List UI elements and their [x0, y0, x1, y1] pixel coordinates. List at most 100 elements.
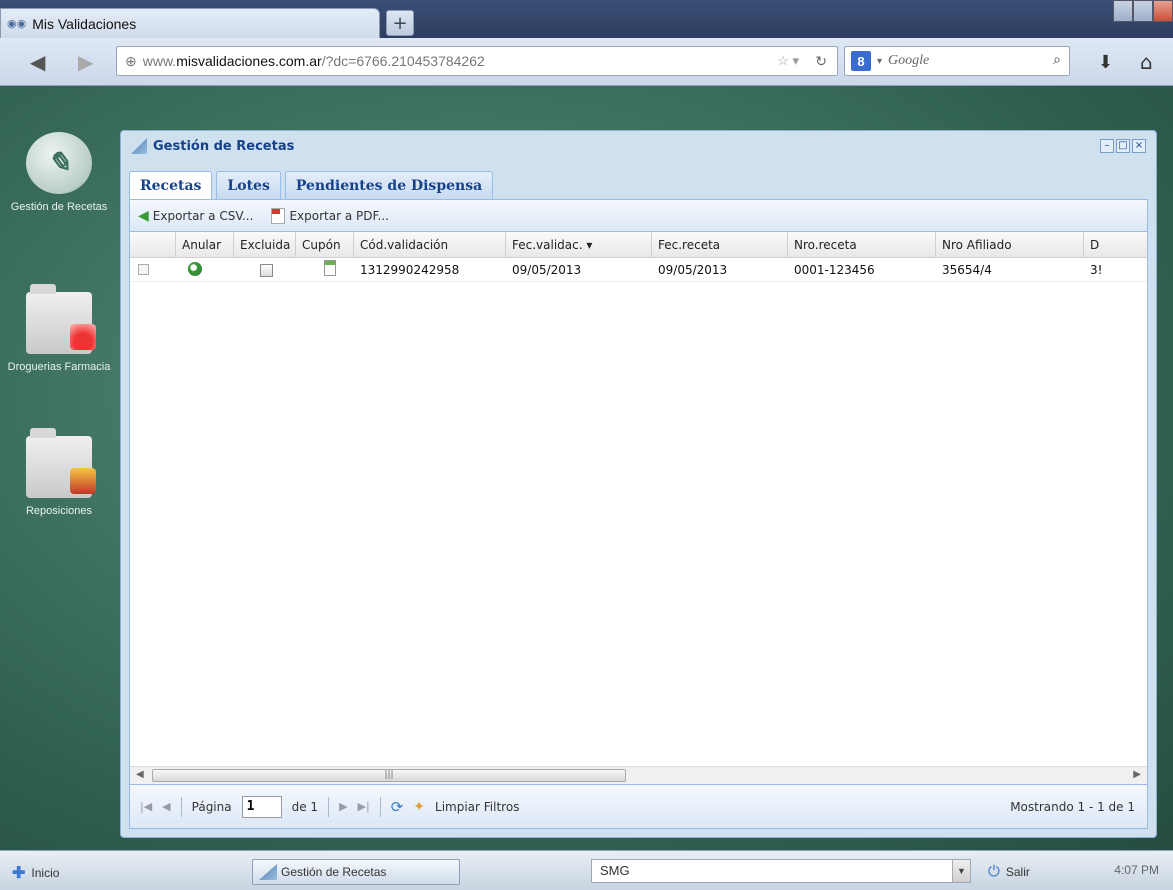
export-csv-button[interactable]: ◀ Exportar a CSV... — [138, 208, 253, 224]
url-bar[interactable]: ⊕ www. misvalidaciones.com.ar /?dc=6766.… — [116, 46, 838, 76]
forward-arrow-icon[interactable]: ▶ — [78, 50, 93, 74]
recetas-window: Gestión de Recetas – □ × Recetas Lotes P… — [120, 130, 1157, 838]
chevron-down-icon[interactable]: ▼ — [952, 860, 970, 882]
recetas-panel: ◀ Exportar a CSV... Exportar a PDF... An… — [129, 199, 1148, 829]
start-icon: ✚ — [12, 865, 26, 882]
scrollbar-thumb[interactable]: ||| — [152, 769, 626, 782]
horizontal-scrollbar[interactable]: ◀ ||| ▶ — [130, 766, 1147, 784]
logout-label: Salir — [1005, 864, 1030, 879]
window-controls — [1113, 0, 1173, 22]
column-header-cupon[interactable]: Cupón — [296, 232, 354, 258]
google-logo-icon: 8 — [851, 51, 871, 71]
clear-filters-button[interactable]: Limpiar Filtros — [435, 800, 519, 814]
window-close-button[interactable]: × — [1132, 139, 1146, 153]
window-tools: – □ × — [1100, 139, 1146, 153]
search-engine-dropdown-icon[interactable]: ▾ — [877, 56, 882, 67]
export-csv-label: Exportar a CSV... — [152, 208, 254, 223]
search-bar[interactable]: 8 ▾ Google ⌕ — [844, 46, 1070, 76]
browser-tab-strip: ◉◉ Mis Validaciones + — [0, 0, 1173, 38]
download-icon[interactable]: ⬇ — [1098, 52, 1113, 73]
export-pdf-label: Exportar a PDF... — [289, 208, 389, 223]
separator — [379, 796, 381, 817]
desktop-icon-recetas[interactable]: ✎ Gestión de Recetas — [0, 132, 118, 214]
paging-info: Mostrando 1 - 1 de 1 — [1010, 799, 1135, 814]
desktop-icon-label: Droguerias Farmacia — [7, 361, 111, 373]
column-header-select[interactable] — [130, 232, 176, 258]
browser-tab-title: Mis Validaciones — [32, 15, 137, 32]
column-header-nro-afiliado[interactable]: Nro Afiliado — [936, 232, 1084, 258]
anular-icon[interactable] — [188, 262, 202, 276]
column-header-cod-validacion[interactable]: Cód.validación — [354, 232, 506, 258]
clock: 4:07 PM — [1114, 863, 1159, 877]
table-row[interactable]: 1312990242958 09/05/2013 09/05/2013 0001… — [130, 258, 1147, 282]
desktop-icon-reposiciones[interactable]: Reposiciones — [0, 428, 118, 518]
row-select-checkbox[interactable] — [138, 264, 149, 275]
new-tab-button[interactable]: + — [386, 10, 414, 36]
cupon-document-icon[interactable] — [324, 260, 336, 276]
window-maximize-button[interactable]: □ — [1116, 139, 1130, 153]
cell-d: 3! — [1090, 263, 1103, 277]
cell-fec-receta: 09/05/2013 — [658, 263, 728, 277]
scroll-right-arrow-icon[interactable]: ▶ — [1133, 769, 1141, 780]
home-icon[interactable]: ⌂ — [1140, 50, 1153, 74]
power-icon: ⏻ — [988, 863, 1000, 880]
tab-pendientes-dispensa[interactable]: Pendientes de Dispensa — [284, 171, 494, 199]
next-page-icon[interactable]: ▶ — [339, 800, 347, 813]
column-header-nro-receta[interactable]: Nro.receta — [788, 232, 936, 258]
reload-icon[interactable]: ↻ — [815, 53, 827, 70]
search-icon[interactable]: ⌕ — [1053, 53, 1061, 69]
excluida-checkbox[interactable] — [260, 264, 273, 277]
grid-toolbar: ◀ Exportar a CSV... Exportar a PDF... — [130, 200, 1147, 232]
csv-arrow-icon: ◀ — [138, 207, 149, 224]
close-button[interactable] — [1153, 0, 1173, 22]
search-placeholder: Google — [888, 53, 930, 68]
window-title-bar[interactable]: Gestión de Recetas — [121, 131, 1156, 161]
globe-icon: ⊕ — [125, 52, 137, 69]
pdf-icon — [271, 207, 286, 224]
taskbar: ✚ Inicio Gestión de Recetas SMG ▼ ⏻ Sali… — [0, 850, 1173, 890]
window-title: Gestión de Recetas — [153, 138, 295, 154]
recetas-icon: ✎ — [26, 132, 92, 194]
export-pdf-button[interactable]: Exportar a PDF... — [271, 207, 389, 224]
back-arrow-icon[interactable]: ◀ — [30, 50, 45, 74]
window-app-icon — [259, 864, 277, 880]
scroll-left-arrow-icon[interactable]: ◀ — [136, 769, 144, 780]
browser-tab[interactable]: ◉◉ Mis Validaciones — [0, 8, 380, 38]
column-header-d[interactable]: D — [1084, 232, 1149, 258]
obra-social-select[interactable]: SMG ▼ — [591, 859, 971, 883]
paging-toolbar: |◀ ◀ Página de 1 ▶ ▶| ⟳ ✦ Limpiar Filtro… — [130, 784, 1147, 828]
page-label: Página — [191, 799, 232, 814]
favicon-icon: ◉◉ — [7, 18, 27, 30]
separator — [180, 796, 182, 817]
window-app-icon — [131, 138, 147, 154]
start-label: Inicio — [31, 866, 60, 880]
refresh-icon[interactable]: ⟳ — [391, 798, 404, 816]
page-number-input[interactable] — [241, 795, 282, 818]
folder-flask-icon — [26, 284, 96, 354]
taskbar-window-button[interactable]: Gestión de Recetas — [252, 859, 460, 885]
bookmark-star-icon[interactable]: ☆ ▾ — [777, 53, 799, 69]
separator — [328, 796, 330, 817]
window-minimize-button[interactable]: – — [1100, 139, 1114, 153]
column-header-fec-receta[interactable]: Fec.receta — [652, 232, 788, 258]
window-tabs: Recetas Lotes Pendientes de Dispensa — [129, 171, 494, 199]
browser-nav-bar: ◀ ▶ ⊕ www. misvalidaciones.com.ar /?dc=6… — [0, 38, 1173, 86]
taskbar-window-label: Gestión de Recetas — [281, 865, 387, 879]
column-header-fec-validac[interactable]: Fec.validac. ▾ — [506, 232, 652, 258]
first-page-icon[interactable]: |◀ — [140, 800, 152, 813]
tab-lotes[interactable]: Lotes — [216, 171, 281, 199]
tab-recetas[interactable]: Recetas — [129, 171, 213, 199]
desktop-icon-droguerias[interactable]: Droguerias Farmacia — [0, 284, 118, 374]
last-page-icon[interactable]: ▶| — [358, 800, 370, 813]
start-button[interactable]: ✚ Inicio — [12, 863, 59, 883]
prev-page-icon[interactable]: ◀ — [162, 800, 170, 813]
column-header-excluida[interactable]: Excluida — [234, 232, 296, 258]
cell-cod-validacion: 1312990242958 — [360, 263, 460, 277]
url-rest: /?dc=6766.210453784262 — [321, 53, 485, 69]
url-prefix: www. — [142, 53, 177, 69]
minimize-button[interactable] — [1113, 0, 1133, 22]
column-header-anular[interactable]: Anular — [176, 232, 234, 258]
maximize-button[interactable] — [1133, 0, 1153, 22]
logout-button[interactable]: ⏻ Salir — [988, 863, 1030, 880]
clear-filters-icon[interactable]: ✦ — [413, 799, 425, 815]
